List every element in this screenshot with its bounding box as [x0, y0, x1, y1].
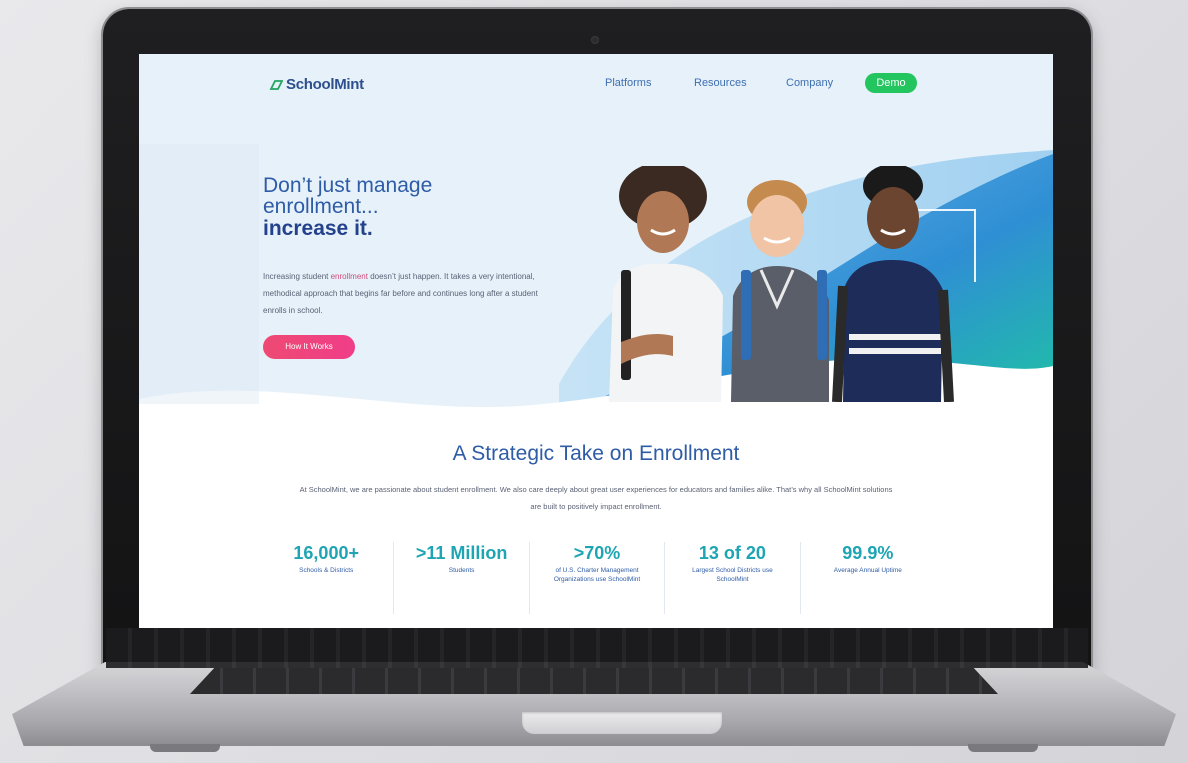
logo-mark-icon [269, 79, 283, 90]
students-photo [609, 166, 954, 402]
headline-line-1: Don’t just manage [263, 174, 433, 197]
headline-emphasis: increase it. [263, 217, 373, 240]
stat-value: 99.9% [842, 543, 894, 563]
webcam [592, 37, 598, 43]
screen-bezel-bottom [106, 628, 1088, 668]
laptop-foot [150, 744, 220, 752]
stat-label: Average Annual Uptime [833, 567, 902, 574]
stat-item: >11 Million Students [394, 542, 530, 614]
stat-item: 99.9% Average Annual Uptime [801, 542, 935, 614]
logo-wordmark: SchoolMint [286, 76, 364, 93]
stat-label: of U.S. Charter Management Organizations… [553, 567, 641, 583]
section-title: A Strategic Take on Enrollment [452, 442, 740, 465]
schoolmint-logo[interactable]: SchoolMint [269, 76, 364, 93]
stat-label: Students [448, 567, 475, 574]
stat-label: Schools & Districts [299, 567, 354, 574]
how-it-works-button[interactable]: How It Works [263, 335, 355, 359]
stats-row: 16,000+ Schools & Districts >11 Million … [259, 542, 935, 614]
demo-button[interactable]: Demo [865, 73, 917, 93]
stat-item: 13 of 20 Largest School Districts use Sc… [665, 542, 801, 614]
laptop-lid-notch [522, 712, 722, 734]
stat-value: 16,000+ [293, 543, 359, 563]
stat-value: >11 Million [415, 543, 508, 563]
hero-text-start: Increasing student [263, 272, 331, 281]
stat-item: >70% of U.S. Charter Management Organiza… [530, 542, 666, 614]
section-description: At SchoolMint, we are passionate about s… [299, 485, 893, 511]
hero-text-highlight: enrollment [330, 272, 368, 281]
stat-value: >70% [573, 543, 621, 563]
hero-headline: Don’t just manage enrollment... increase… [263, 175, 563, 241]
headline-line-2: enrollment... [263, 195, 379, 218]
laptop-keyboard [190, 668, 998, 694]
stat-label: Largest School Districts use SchoolMint [692, 567, 773, 583]
nav-link-resources[interactable]: Resources [694, 77, 747, 89]
nav-link-company[interactable]: Company [786, 77, 833, 89]
hero-description: Increasing student enrollment doesn’t ju… [263, 268, 553, 319]
nav-link-platforms[interactable]: Platforms [605, 77, 651, 89]
stat-item: 16,000+ Schools & Districts [259, 542, 395, 614]
top-nav: SchoolMint Platforms Resources Company D… [139, 54, 1053, 114]
stat-value: 13 of 20 [698, 543, 766, 563]
laptop-screen: SchoolMint Platforms Resources Company D… [139, 54, 1053, 628]
laptop-foot [968, 744, 1038, 752]
